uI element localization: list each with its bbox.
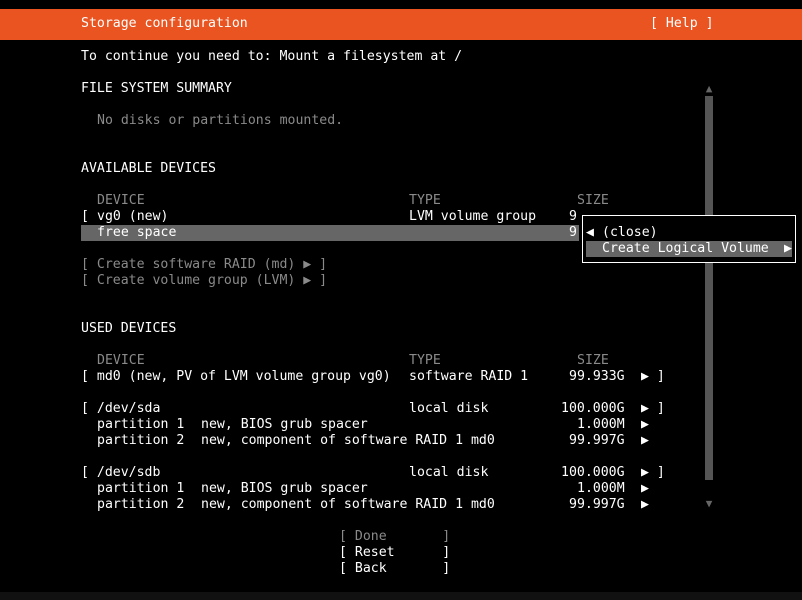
partition-name: partition 1 — [97, 417, 185, 432]
available-col-size: SIZE — [577, 193, 609, 208]
fs-summary-empty: No disks or partitions mounted. — [97, 113, 344, 128]
partition-size: 99.997G — [569, 497, 625, 512]
partition-desc: new, component of software RAID 1 md0 — [201, 497, 495, 512]
free-space-label: free space — [97, 225, 177, 240]
row-action-arrow[interactable]: ▶ — [641, 433, 649, 449]
row-action-arrow[interactable]: ▶ ] — [641, 369, 665, 385]
scrollbar[interactable] — [705, 96, 713, 480]
partition-size: 99.997G — [569, 433, 625, 448]
device-size: 99.933G — [569, 369, 625, 384]
done-button[interactable]: [ Done ] — [339, 529, 450, 545]
used-devices-heading: USED DEVICES — [81, 321, 177, 336]
available-col-type: TYPE — [409, 193, 441, 208]
device-type: local disk — [409, 465, 489, 480]
partition-desc: new, BIOS grub spacer — [201, 481, 368, 496]
device-name: [ /dev/sda — [81, 401, 161, 416]
partition-size: 1.000M — [577, 481, 625, 496]
partition-name: partition 2 — [97, 433, 185, 448]
create-logical-volume-label: Create Logical Volume — [602, 241, 769, 256]
device-name: vg0 (new) — [97, 209, 169, 224]
row-action-arrow[interactable]: ▶ — [641, 417, 649, 433]
installer-screen: Storage configuration [ Help ] To contin… — [0, 0, 802, 600]
device-size: 9 — [569, 209, 577, 224]
partition-name: partition 2 — [97, 497, 185, 512]
back-button[interactable]: [ Back ] — [339, 561, 450, 577]
partition-desc: new, component of software RAID 1 md0 — [201, 433, 495, 448]
create-raid-button[interactable]: [ Create software RAID (md) ▶ ] — [81, 257, 327, 273]
scroll-up-icon[interactable]: ▲ — [701, 83, 717, 95]
device-name: [ /dev/sdb — [81, 465, 161, 480]
menu-left-arrow-icon: ◀ — [586, 225, 594, 240]
device-size: 100.000G — [561, 401, 625, 416]
fs-summary-heading: FILE SYSTEM SUMMARY — [81, 81, 232, 96]
create-volume-group-button[interactable]: [ Create volume group (LVM) ▶ ] — [81, 273, 327, 289]
free-space-size: 9 — [569, 225, 577, 240]
menu-close-item[interactable]: (close) — [602, 225, 658, 241]
available-devices-heading: AVAILABLE DEVICES — [81, 161, 216, 176]
bottom-edge — [0, 592, 802, 600]
submenu-right-arrow-icon: ▶ — [784, 241, 792, 256]
partition-desc: new, BIOS grub spacer — [201, 417, 368, 432]
row-action-arrow[interactable]: ▶ ] — [641, 401, 665, 417]
header-bar: Storage configuration [ Help ] — [0, 9, 802, 40]
available-col-device: DEVICE — [97, 193, 145, 208]
device-type: LVM volume group — [409, 209, 537, 224]
help-button[interactable]: [ Help ] — [650, 16, 714, 32]
page-title: Storage configuration — [81, 16, 248, 31]
partition-size: 1.000M — [577, 417, 625, 432]
device-size: 100.000G — [561, 465, 625, 480]
partition-name: partition 1 — [97, 481, 185, 496]
device-action-menu: ◀ (close) Create Logical Volume ▶ — [582, 215, 796, 263]
reset-button[interactable]: [ Reset ] — [339, 545, 450, 561]
used-col-device: DEVICE — [97, 353, 145, 368]
menu-item-create-logical-volume[interactable]: Create Logical Volume ▶ — [586, 241, 792, 257]
instruction-text: To continue you need to: Mount a filesys… — [81, 49, 463, 64]
row-action-arrow[interactable]: ▶ — [641, 497, 649, 513]
device-type: local disk — [409, 401, 489, 416]
device-type: software RAID 1 — [409, 369, 529, 384]
used-col-type: TYPE — [409, 353, 441, 368]
row-action-arrow[interactable]: ▶ — [641, 481, 649, 497]
row-action-arrow[interactable]: ▶ ] — [641, 465, 665, 481]
scroll-down-icon[interactable]: ▼ — [701, 498, 717, 510]
used-col-size: SIZE — [577, 353, 609, 368]
device-name: [ md0 (new, PV of LVM volume group vg0) — [81, 369, 391, 384]
row-bracket: [ — [81, 209, 89, 224]
